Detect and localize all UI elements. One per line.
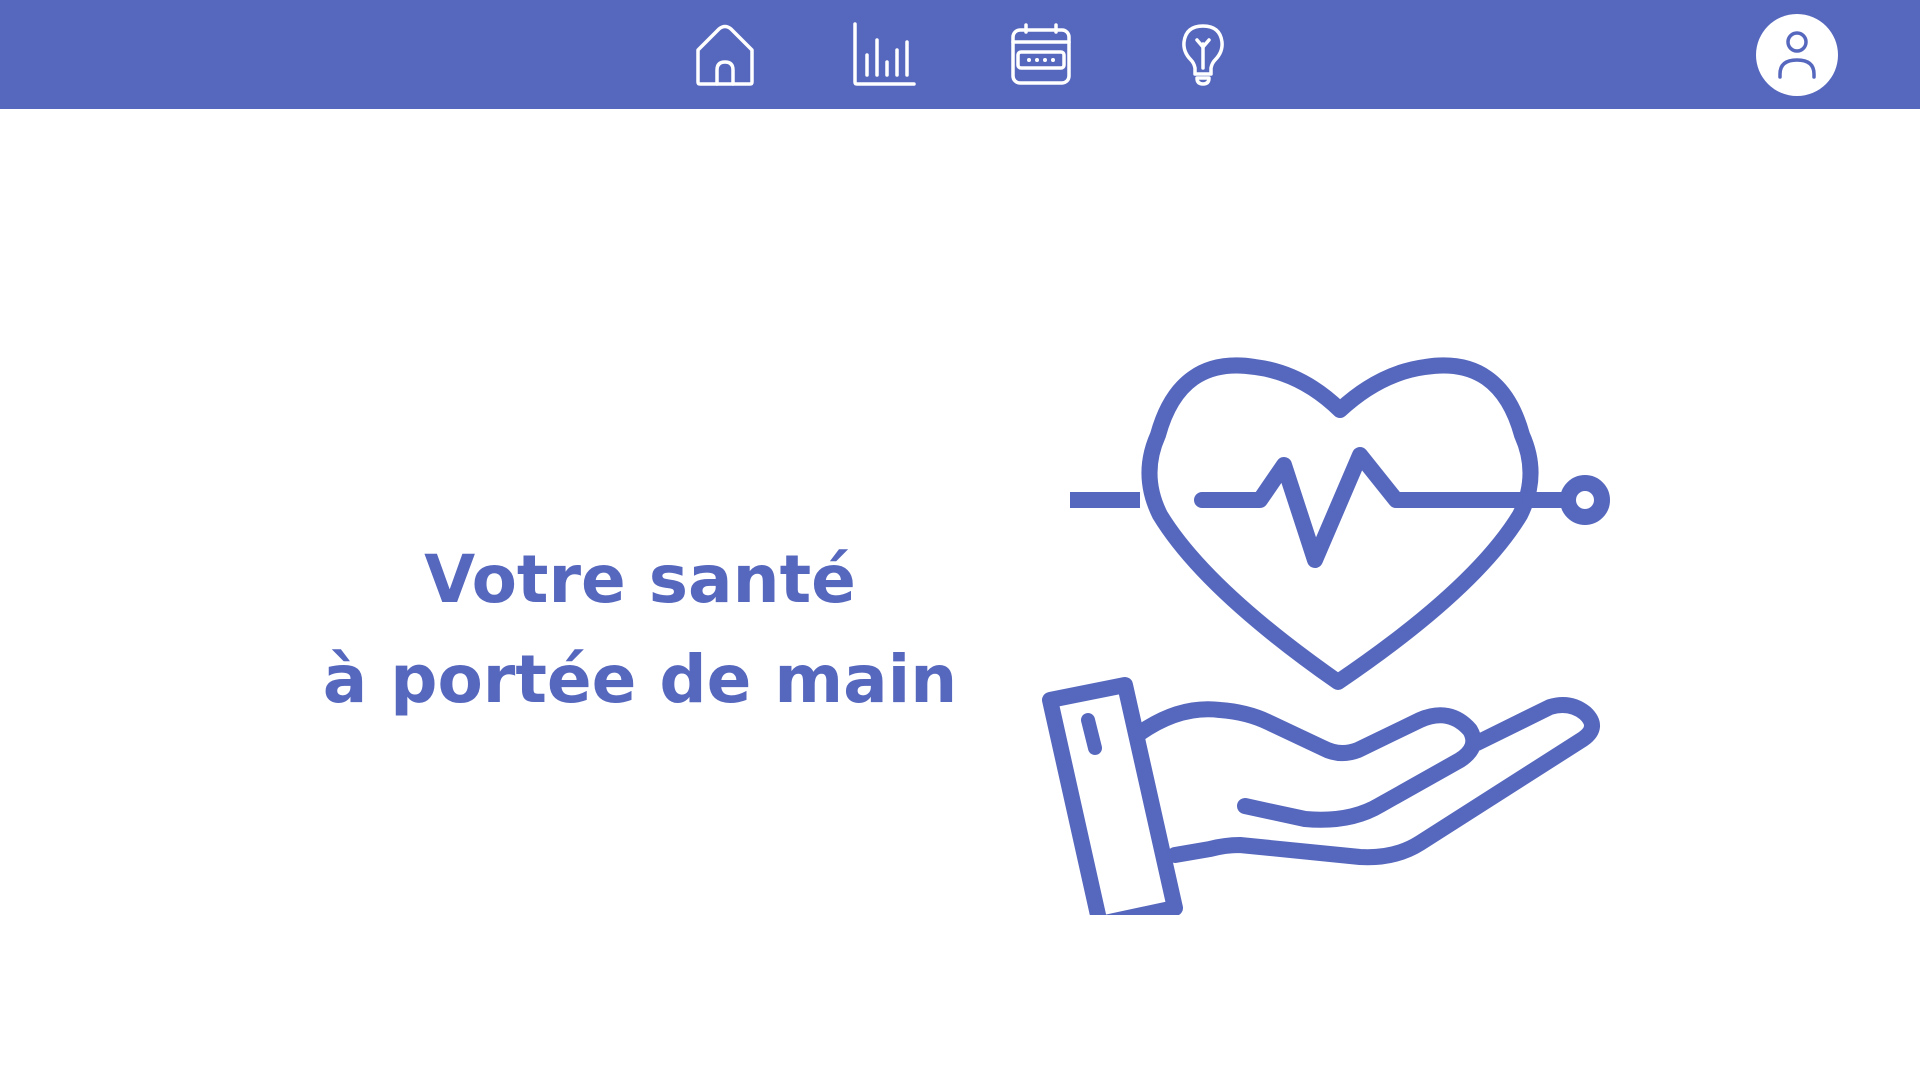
calendar-icon	[1011, 23, 1071, 85]
lightbulb-icon	[1182, 24, 1224, 86]
hero-tagline-line1: Votre santé	[424, 541, 856, 618]
hero-tagline-line2: à portée de main	[322, 641, 958, 718]
home-icon	[696, 24, 754, 86]
top-navigation-bar	[0, 0, 1920, 109]
heart-in-hand-illustration	[1040, 355, 1640, 915]
heart-pulse-in-hand-icon	[1042, 357, 1610, 915]
bar-chart-icon	[853, 22, 916, 86]
nav-home-button[interactable]	[690, 20, 760, 90]
user-icon	[1778, 31, 1816, 79]
profile-button[interactable]	[1756, 14, 1838, 96]
nav-statistics-button[interactable]	[850, 20, 920, 90]
nav-calendar-button[interactable]	[1006, 20, 1076, 90]
hero-tagline: Votre santé à portée de main	[290, 530, 990, 730]
nav-tips-button[interactable]	[1168, 20, 1238, 90]
